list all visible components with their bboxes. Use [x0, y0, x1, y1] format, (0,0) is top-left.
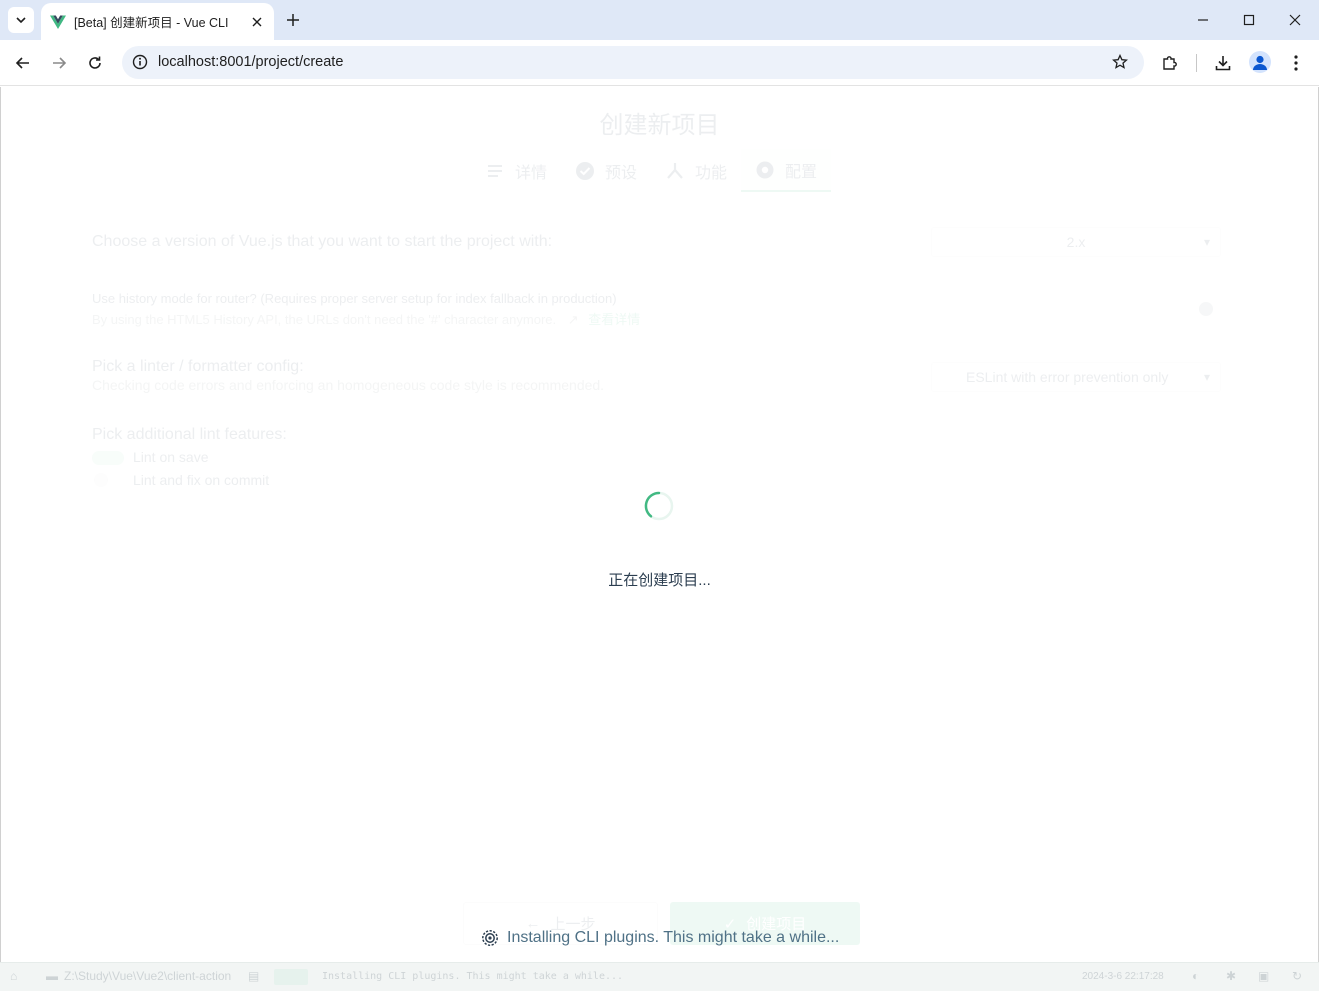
reload-button[interactable]: [81, 49, 109, 77]
theme-toggle-icon[interactable]: ◐: [1192, 969, 1199, 983]
info-icon[interactable]: [130, 52, 150, 72]
home-icon[interactable]: ⌂: [10, 969, 17, 983]
settings-icon[interactable]: ✱: [1226, 969, 1236, 983]
url-text[interactable]: localhost:8001/project/create: [158, 54, 343, 70]
plus-icon: [287, 14, 299, 26]
app-statusbar: ⌂ ▬ Z:\Study\Vue\Vue2\client-action ▤ In…: [0, 962, 1319, 991]
back-button[interactable]: [9, 49, 37, 77]
project-path[interactable]: Z:\Study\Vue\Vue2\client-action: [64, 969, 231, 983]
tab-close-icon[interactable]: [248, 13, 266, 31]
loading-spinner-icon: [644, 491, 674, 521]
address-bar[interactable]: localhost:8001/project/create: [122, 46, 1144, 79]
browser-menu-button[interactable]: [1283, 50, 1309, 76]
bookmark-star-icon[interactable]: [1110, 52, 1130, 72]
browser-titlebar: [Beta] 创建新项目 - Vue CLI: [0, 0, 1319, 40]
more-vertical-icon: [1294, 55, 1298, 71]
log-chip[interactable]: [274, 969, 308, 985]
arrow-right-icon: [53, 57, 67, 69]
folder-icon: ▬: [46, 969, 58, 983]
tab-title: [Beta] 创建新项目 - Vue CLI: [74, 16, 229, 30]
refresh-icon[interactable]: ↻: [1292, 969, 1302, 983]
reload-icon: [89, 56, 101, 69]
new-tab-button[interactable]: [282, 9, 304, 31]
arrow-left-icon: [15, 57, 29, 69]
translate-icon[interactable]: ▣: [1258, 969, 1269, 983]
minimize-button[interactable]: [1191, 8, 1215, 32]
gear-icon: [481, 929, 499, 947]
browser-toolbar: localhost:8001/project/create: [0, 40, 1319, 86]
forward-button[interactable]: [45, 49, 73, 77]
chevron-down-icon: [16, 17, 26, 24]
console-icon[interactable]: ▤: [248, 969, 259, 983]
person-icon: [1253, 55, 1267, 70]
puzzle-icon: [1163, 56, 1177, 70]
tab-search-button[interactable]: [8, 7, 34, 33]
extensions-button[interactable]: [1157, 50, 1183, 76]
download-icon: [1215, 56, 1231, 71]
downloads-button[interactable]: [1210, 50, 1236, 76]
profile-avatar[interactable]: [1249, 51, 1271, 73]
loading-text: 正在创建项目...: [608, 572, 711, 589]
vue-logo-icon: [50, 14, 66, 30]
statusbar-log: Installing CLI plugins. This might take …: [322, 971, 624, 982]
installing-status-text: Installing CLI plugins. This might take …: [507, 929, 840, 946]
maximize-button[interactable]: [1237, 8, 1261, 32]
statusbar-time: 2024-3-6 22:17:28: [1082, 971, 1164, 982]
maximize-icon: [1243, 14, 1255, 26]
close-window-button[interactable]: [1283, 8, 1307, 32]
browser-tab-active[interactable]: [Beta] 创建新项目 - Vue CLI: [41, 3, 274, 40]
installing-status: Installing CLI plugins. This might take …: [481, 929, 839, 947]
close-icon: [1289, 14, 1301, 26]
minimize-icon: [1198, 19, 1208, 21]
toolbar-divider: [1196, 54, 1197, 72]
loading-overlay: 正在创建项目...: [0, 87, 1319, 962]
